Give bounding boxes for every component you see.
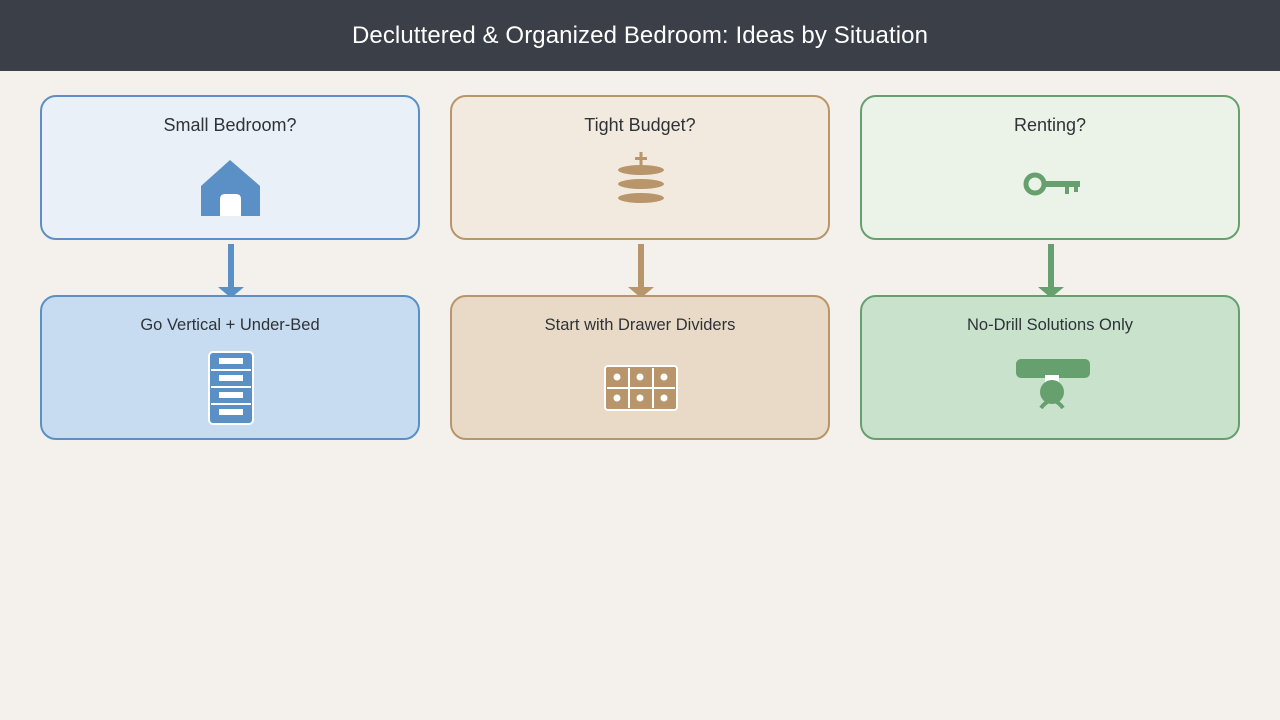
- solution-label: Go Vertical + Under-Bed: [140, 316, 320, 334]
- solution-label: No-Drill Solutions Only: [967, 316, 1133, 334]
- question-box-renting: Renting?: [860, 95, 1240, 240]
- vertical-shelf-icon: [208, 351, 254, 425]
- solution-label: Start with Drawer Dividers: [544, 316, 736, 334]
- question-label: Renting?: [1013, 115, 1087, 135]
- solution-box-small-bedroom: Go Vertical + Under-Bed: [40, 295, 420, 440]
- question-label: Small Bedroom?: [163, 115, 297, 135]
- question-box-small-bedroom: Small Bedroom?: [40, 95, 420, 240]
- solution-box-renting: No-Drill Solutions Only: [860, 295, 1240, 440]
- drawer-dividers-icon: [604, 365, 678, 411]
- flow-arrow: [218, 244, 244, 298]
- solution-box-tight-budget: Start with Drawer Dividers: [450, 295, 830, 440]
- question-label: Tight Budget?: [584, 115, 696, 135]
- flow-arrow: [628, 244, 654, 298]
- coin-stack-icon: [618, 152, 664, 203]
- flow-arrow: [1038, 244, 1064, 298]
- adhesive-hook-icon: [1016, 359, 1090, 410]
- house-icon: [201, 160, 260, 216]
- key-icon: [1023, 172, 1080, 196]
- question-box-tight-budget: Tight Budget?: [450, 95, 830, 240]
- header-bar: Decluttered & Organized Bedroom: Ideas b…: [0, 0, 1280, 71]
- page-title: Decluttered & Organized Bedroom: Ideas b…: [351, 21, 929, 49]
